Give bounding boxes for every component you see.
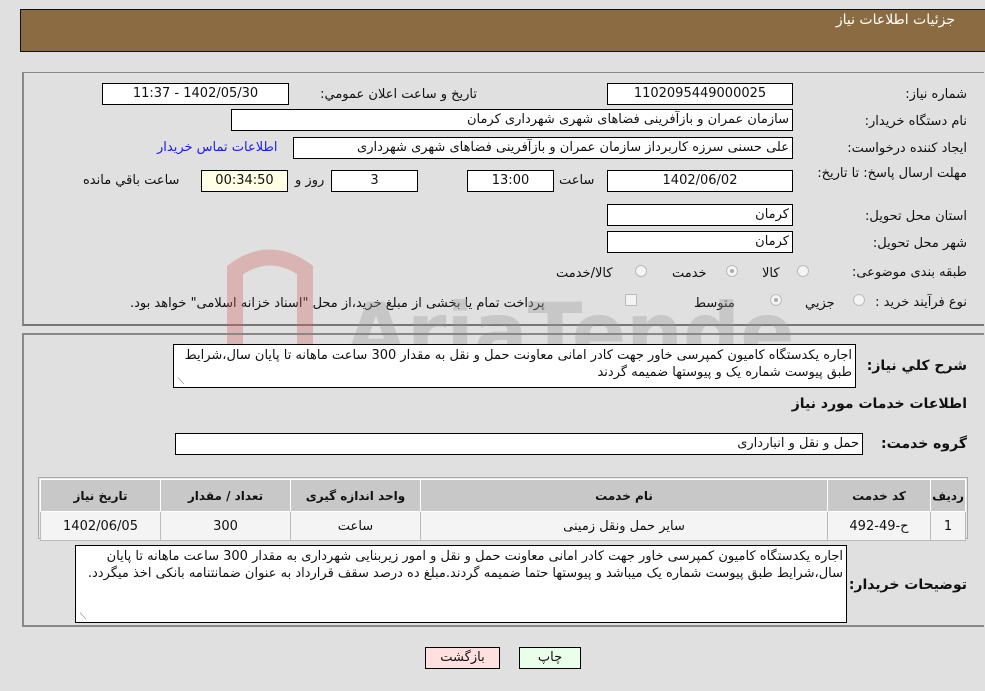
creator-label: ایجاد کننده درخواست: bbox=[847, 141, 967, 156]
cell-date: 1402/06/05 bbox=[40, 511, 161, 541]
creator-field: علی حسنی سرزه کاربرداز سازمان عمران و با… bbox=[293, 137, 793, 159]
deadline-date-field: 1402/06/02 bbox=[607, 170, 793, 192]
remaining-time-label: ساعت باقي مانده bbox=[83, 173, 180, 188]
cell-row: 1 bbox=[930, 511, 966, 541]
cell-name: سایر حمل ونقل زمینی bbox=[420, 511, 828, 541]
category-option-goods-service: کالا/خدمت bbox=[556, 266, 613, 281]
category-option-service: خدمت bbox=[672, 266, 707, 281]
service-group-label: گروه خدمت: bbox=[881, 436, 967, 452]
category-label: طبقه بندی موضوعی: bbox=[851, 265, 967, 280]
purchase-type-label: نوع فرآیند خرید : bbox=[875, 295, 967, 310]
table-row: 1 ح-49-492 سایر حمل ونقل زمینی ساعت 300 … bbox=[40, 511, 966, 541]
province-field: کرمان bbox=[607, 204, 793, 226]
need-number-field: 1102095449000025 bbox=[607, 83, 793, 105]
purchase-radio-medium[interactable] bbox=[770, 294, 782, 306]
remaining-days-field: 3 bbox=[331, 170, 418, 192]
announce-datetime-label: تاریخ و ساعت اعلان عمومي: bbox=[320, 87, 477, 102]
general-desc-label: شرح کلي نیاز: bbox=[866, 358, 967, 374]
col-header-code: کد خدمت bbox=[827, 479, 931, 512]
category-radio-goods[interactable] bbox=[797, 265, 809, 277]
category-radio-goods-service[interactable] bbox=[635, 265, 647, 277]
services-table-header: ردیف کد خدمت نام خدمت واحد اندازه گیری ت… bbox=[40, 479, 966, 512]
service-group-field: حمل و نقل و انبارداری bbox=[175, 433, 863, 455]
buyer-org-label: نام دستگاه خریدار: bbox=[864, 114, 967, 129]
buyer-notes-label: توضیحات خریدار: bbox=[848, 577, 967, 593]
buyer-contact-link[interactable]: اطلاعات تماس خریدار bbox=[157, 140, 277, 155]
announce-datetime-field: 1402/05/30 - 11:37 bbox=[102, 83, 289, 105]
city-label: شهر محل تحویل: bbox=[872, 236, 967, 251]
purchase-option-medium: متوسط bbox=[694, 296, 735, 311]
col-header-name: نام خدمت bbox=[420, 479, 828, 512]
deadline-label: مهلت ارسال پاسخ: تا تاریخ: bbox=[817, 166, 967, 181]
general-desc-text: اجاره یکدستگاه کامیون کمپرسی خاور جهت کا… bbox=[184, 348, 852, 380]
col-header-row: ردیف bbox=[930, 479, 966, 512]
category-radio-service[interactable] bbox=[726, 265, 738, 277]
need-number-label: شماره نیاز: bbox=[905, 87, 967, 102]
print-button[interactable]: چاپ bbox=[519, 647, 581, 669]
treasury-note: پرداخت تمام یا بخشی از مبلغ خرید،از محل … bbox=[130, 296, 545, 311]
category-option-goods: کالا bbox=[762, 266, 780, 281]
col-header-qty: تعداد / مقدار bbox=[160, 479, 291, 512]
general-desc-textarea[interactable]: اجاره یکدستگاه کامیون کمپرسی خاور جهت کا… bbox=[173, 344, 856, 388]
col-header-date: تاریخ نیاز bbox=[40, 479, 161, 512]
days-label: روز و bbox=[295, 173, 325, 188]
resize-grip-icon[interactable]: ⟋ bbox=[78, 613, 86, 622]
page-title: جزئیات اطلاعات نیاز bbox=[835, 12, 955, 28]
cell-qty: 300 bbox=[160, 511, 291, 541]
treasury-checkbox[interactable] bbox=[625, 294, 637, 306]
services-heading: اطلاعات خدمات مورد نیاز bbox=[791, 396, 967, 412]
buyer-notes-textarea[interactable]: اجاره یکدستگاه کامیون کمپرسی خاور جهت کا… bbox=[75, 545, 847, 623]
buyer-org-field: سازمان عمران و بازآفرینی فضاهای شهری شهر… bbox=[231, 109, 793, 131]
deadline-time-field: 13:00 bbox=[467, 170, 554, 192]
deadline-time-label: ساعت bbox=[559, 173, 595, 188]
province-label: استان محل تحویل: bbox=[865, 209, 967, 224]
col-header-unit: واحد اندازه گیری bbox=[290, 479, 421, 512]
services-table-wrapper: ردیف کد خدمت نام خدمت واحد اندازه گیری ت… bbox=[38, 477, 968, 541]
services-table: ردیف کد خدمت نام خدمت واحد اندازه گیری ت… bbox=[40, 479, 966, 541]
city-field: کرمان bbox=[607, 231, 793, 253]
buyer-notes-text: اجاره یکدستگاه کامیون کمپرسی خاور جهت کا… bbox=[87, 549, 843, 581]
remaining-time-field: 00:34:50 bbox=[201, 170, 288, 192]
purchase-radio-minor[interactable] bbox=[853, 294, 865, 306]
back-button[interactable]: بازگشت bbox=[425, 647, 500, 669]
purchase-option-minor: جزيي bbox=[805, 296, 835, 311]
cell-code: ح-49-492 bbox=[827, 511, 931, 541]
resize-grip-icon[interactable]: ⟋ bbox=[176, 378, 184, 387]
cell-unit: ساعت bbox=[290, 511, 421, 541]
